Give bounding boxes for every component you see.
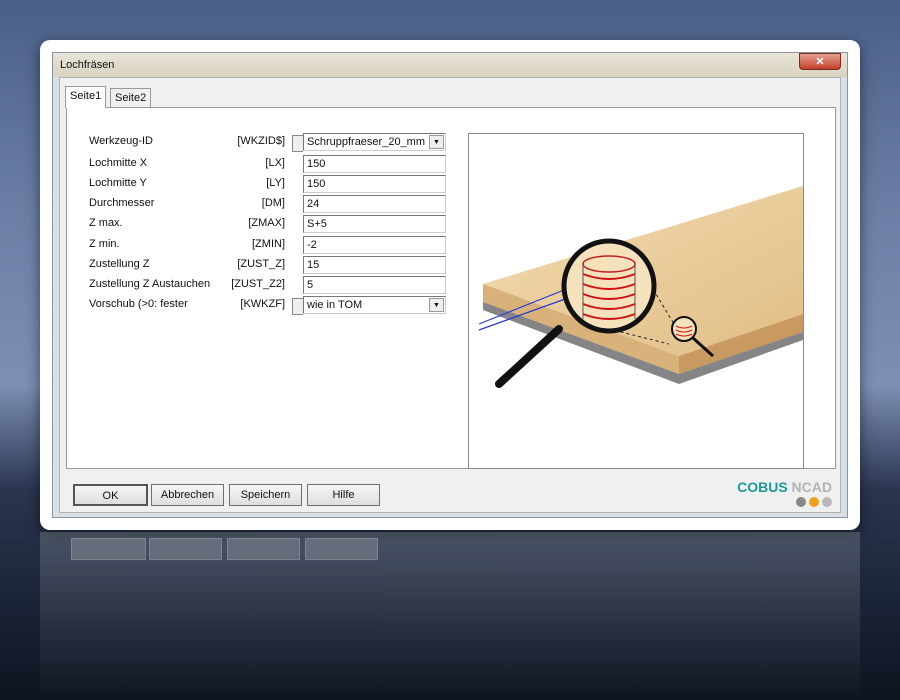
reflection-save [227,538,300,560]
chevron-down-icon[interactable]: ▼ [429,298,444,312]
logo-dots [796,497,832,507]
durchmesser-input[interactable]: 24 [303,195,446,213]
field-code: [DM] [261,197,285,209]
tab-seite1[interactable]: Seite1 [65,86,107,108]
title-bar: Lochfräsen ✕ [53,53,847,77]
reflection-ok [71,538,146,560]
select-value: wie in TOM [307,299,363,311]
field-code: [LY] [266,177,285,189]
vorschub-select[interactable]: wie in TOM ▼ [303,296,446,314]
field-code: [LX] [265,157,285,169]
lochmitte-y-input[interactable]: 150 [303,175,446,193]
cobus-ncad-logo: COBUS NCAD [737,479,832,495]
tab-label: Seite1 [70,90,102,102]
help-button[interactable]: Hilfe [307,484,380,506]
field-label: Z min. [89,238,120,250]
tab-label: Seite2 [115,92,147,104]
zmin-input[interactable]: -2 [303,236,446,254]
field-label: Vorschub (>0: fester [89,298,188,310]
tab-panel: Werkzeug-ID [WKZID$] Schruppfraeser_20_m… [66,107,836,469]
lochmitte-x-input[interactable]: 150 [303,155,446,173]
select-value: Schruppfraeser_20_mm [307,136,426,148]
zustellung-z-input[interactable]: 15 [303,256,446,274]
field-code: [WKZID$] [237,135,285,147]
field-code: [KWKZF] [240,298,285,310]
field-code: [ZMIN] [252,238,285,250]
field-label: Lochmitte X [89,157,148,169]
close-button[interactable]: ✕ [799,53,841,70]
window-title: Lochfräsen [60,59,115,71]
logo-dot [822,497,832,507]
logo-dot [796,497,806,507]
zustellung-z2-input[interactable]: 5 [303,276,446,294]
combo-side-button[interactable] [292,298,303,315]
werkzeug-id-select[interactable]: Schruppfraeser_20_mm ▼ [303,133,446,151]
field-label: Zustellung Z [89,258,150,270]
field-label: Lochmitte Y [89,177,147,189]
tab-seite2[interactable]: Seite2 [110,88,152,107]
dialog-window: Lochfräsen ✕ Seite1 Seite2 Werkzeug-ID [… [52,52,848,518]
preview-illustration [468,133,804,469]
combo-side-button[interactable] [292,135,303,152]
dialog-client: Seite1 Seite2 Werkzeug-ID [WKZID$] Schru… [59,77,841,513]
field-code: [ZUST_Z] [237,258,285,270]
field-label: Durchmesser [89,197,155,209]
reflection [40,532,860,700]
field-code: [ZUST_Z2] [231,278,285,290]
field-label: Zustellung Z Austauchen [89,278,211,290]
reflection-cancel [149,538,222,560]
zmax-input[interactable]: S+5 [303,215,446,233]
logo-text-ncad: NCAD [791,479,832,495]
cancel-button[interactable]: Abbrechen [151,484,224,506]
save-button[interactable]: Speichern [229,484,302,506]
close-icon: ✕ [815,56,825,68]
ok-button[interactable]: OK [73,484,148,506]
field-label: Werkzeug-ID [89,135,153,147]
logo-dot [809,497,819,507]
field-code: [ZMAX] [248,217,285,229]
reflection-help [305,538,378,560]
field-label: Z max. [89,217,123,229]
logo-text-cobus: COBUS [737,479,788,495]
chevron-down-icon[interactable]: ▼ [429,135,444,149]
